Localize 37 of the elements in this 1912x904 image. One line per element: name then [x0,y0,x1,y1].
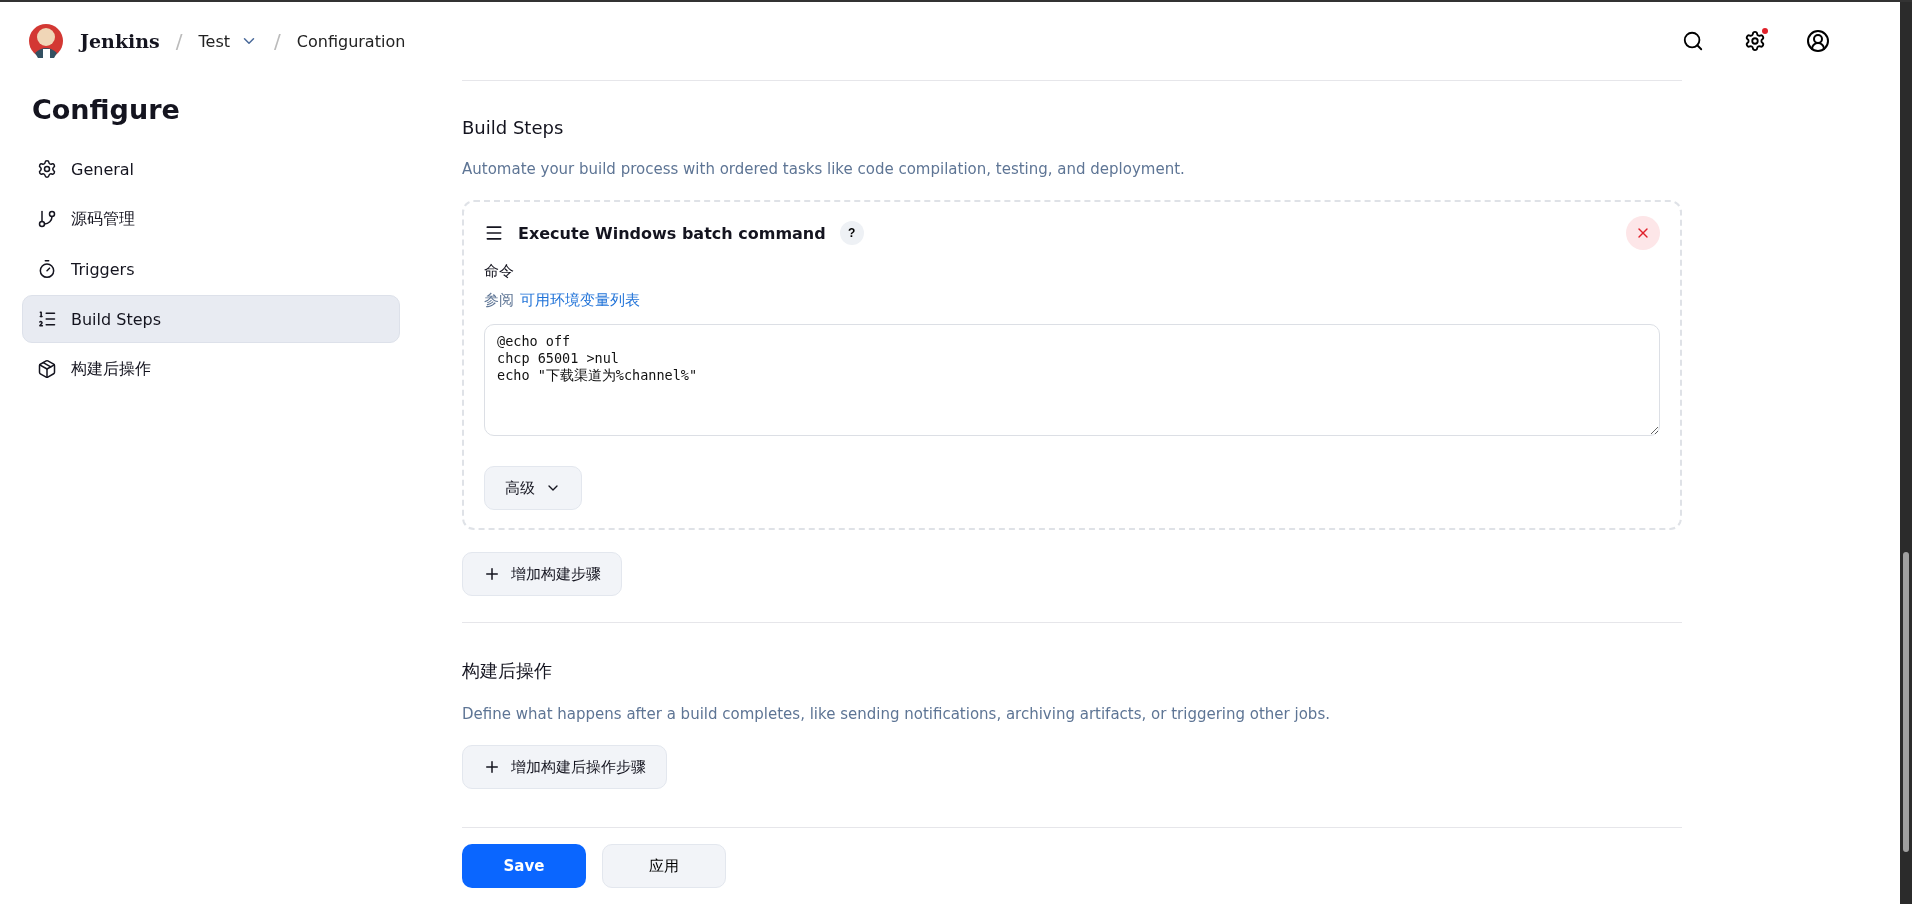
command-field[interactable]: @echo off chcp 65001 >nul echo "下载渠道为%channel%" [484,324,1660,436]
env-variables-link[interactable]: 可用环境变量列表 [520,291,640,310]
sidebar-title: Configure [32,94,181,125]
breadcrumb-separator: / [175,29,183,53]
gear-icon [37,159,57,179]
sidebar-item[interactable]: 构建后操作 [22,345,400,393]
apply-button[interactable]: 应用 [602,844,726,888]
section-title: 构建后操作 [462,659,553,683]
hint-text: 参阅 [484,291,514,310]
section-description: Automate your build process with ordered tasks like code compilation, testing, and deployment. [462,160,1186,178]
breadcrumb-link[interactable]: Configuration [296,31,406,51]
section-description: Define what happens after a build completes, like sending notifications, archiving artifacts, or triggering other jobs. [462,705,1331,723]
breadcrumb-link[interactable]: Test [198,31,259,51]
field-label: 命令 [484,262,515,281]
brand-name[interactable]: Jenkins [80,30,160,52]
branch-icon [37,209,57,229]
sidebar-item[interactable]: 源码管理 [22,195,400,243]
package-icon [37,359,57,379]
close-button[interactable] [1626,216,1660,250]
plus-icon [483,758,501,776]
breadcrumb-separator: / [274,29,281,53]
butler-logo-icon [28,23,64,59]
advanced-button[interactable]: 高级 [484,466,582,510]
step-title: Execute Windows batch command [518,223,826,243]
section-title: Build Steps [462,117,565,138]
list-icon [37,309,57,329]
help-button[interactable]: ? [839,221,864,245]
scrollbar[interactable] [1900,2,1912,904]
sidebar-item[interactable]: General [22,145,400,193]
plus-icon [483,565,501,583]
save-button[interactable]: Save [462,844,586,888]
timer-icon [37,259,57,279]
sidebar-item[interactable]: Build Steps [22,295,400,343]
sidebar-item[interactable]: Triggers [22,245,400,293]
drag-handle-icon[interactable] [484,223,504,243]
add-step-button[interactable]: 增加构建步骤 [462,552,622,596]
add-step-button[interactable]: 增加构建后操作步骤 [462,745,667,789]
